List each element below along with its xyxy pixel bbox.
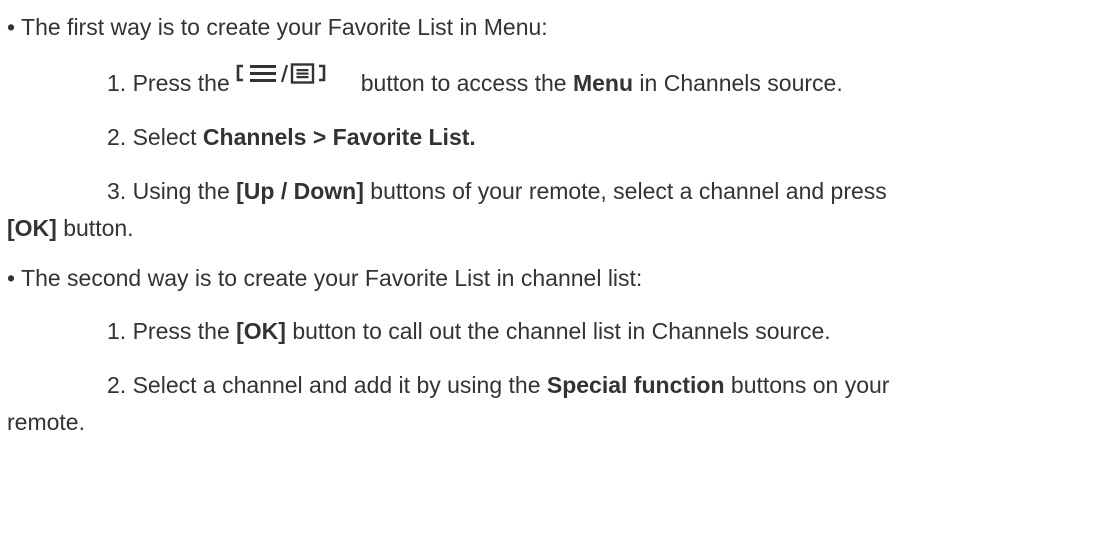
step-tail: in Channels source. [633, 70, 843, 96]
ok-keyword: [OK] [7, 215, 57, 241]
ok-keyword: [OK] [236, 318, 286, 344]
bullet-item-menu-method: • The first way is to create your Favori… [7, 9, 1106, 46]
step-2-channel-list: 2. Select a channel and add it by using … [107, 367, 1106, 404]
step-text: Using the [132, 178, 237, 204]
step-text: Press the [132, 70, 230, 96]
step-tail: button. [56, 215, 134, 241]
up-down-keyword: [Up / Down] [236, 178, 364, 204]
special-function-keyword: Special function [546, 372, 725, 398]
step-number: 3. [107, 178, 133, 204]
step-1-menu: 1. Press the button to access the Menu i… [107, 62, 1106, 102]
step-text: Press the [132, 318, 237, 344]
menu-button-icon [233, 62, 355, 92]
step-number: 2. [107, 372, 133, 398]
bullet-marker: • [7, 14, 22, 40]
step-text: Select a channel and add it by using the [132, 372, 547, 398]
bullet-marker: • [7, 265, 22, 291]
menu-path: Channels > Favorite List. [202, 124, 476, 150]
bullet-text: The first way is to create your Favorite… [21, 14, 548, 40]
document-body: • The first way is to create your Favori… [0, 9, 1106, 534]
step-3-menu: 3. Using the [Up / Down] buttons of your… [107, 173, 1106, 210]
step-number: 2. [107, 124, 133, 150]
step-number: 1. [107, 318, 133, 344]
step-text: Select [132, 124, 203, 150]
step-tail: remote. [7, 409, 85, 435]
step-2-menu: 2. Select Channels > Favorite List. [107, 119, 1106, 156]
bullet-item-channel-list-method: • The second way is to create your Favor… [7, 260, 1106, 297]
bullet-text: The second way is to create your Favorit… [21, 265, 643, 291]
step-1-channel-list: 1. Press the [OK] button to call out the… [107, 313, 1106, 350]
menu-keyword: Menu [572, 70, 634, 96]
step-number: 1. [107, 70, 133, 96]
step-text-after-icon: button to access the [360, 70, 573, 96]
steps-channel-list-method: 1. Press the [OK] button to call out the… [7, 313, 1106, 441]
steps-menu-method: 1. Press the button to access the Menu i… [7, 62, 1106, 247]
step-tail: button to call out the channel list in C… [285, 318, 831, 344]
step-mid: buttons of your remote, select a channel… [363, 178, 887, 204]
step-3-continuation: [OK] button. [7, 210, 1106, 247]
step-mid: buttons on your [724, 372, 890, 398]
step-2-continuation: remote. [7, 404, 1106, 441]
